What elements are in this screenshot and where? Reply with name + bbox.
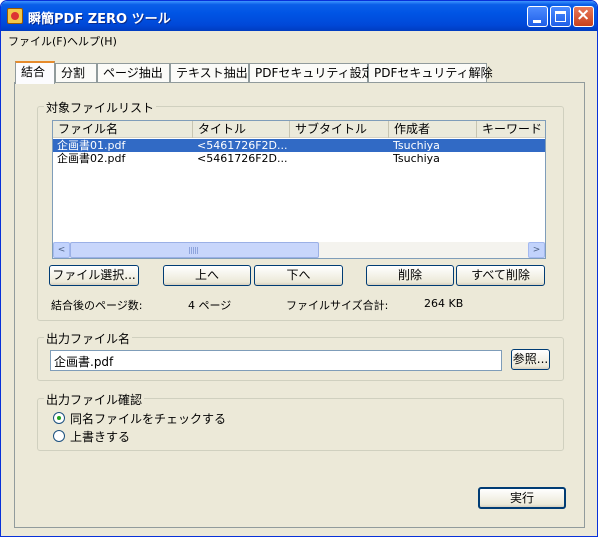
scroll-right-arrow-icon[interactable]: > (528, 242, 545, 258)
list-row[interactable]: 企画書01.pdf <5461726F2D... Tsuchiya (53, 139, 545, 152)
overwrite-radio[interactable] (53, 430, 65, 442)
tab-merge[interactable]: 結合 (15, 61, 55, 84)
move-down-button[interactable]: 下へ (254, 265, 343, 286)
file-list-group-label: 対象ファイルリスト (44, 99, 157, 116)
page-count-label: 結合後のページ数: (51, 299, 143, 312)
close-icon: × (576, 5, 591, 25)
column-header-title[interactable]: タイトル (193, 121, 290, 138)
cell-author: Tsuchiya (393, 152, 440, 165)
merge-tab-panel: 対象ファイルリスト ファイル名 タイトル サブタイトル 作成者 キーワード 企画… (14, 82, 585, 528)
close-button[interactable]: × (573, 5, 594, 27)
column-header-keywords[interactable]: キーワード (477, 121, 545, 138)
delete-all-button[interactable]: すべて削除 (456, 265, 545, 286)
cell-author: Tsuchiya (393, 139, 440, 152)
menu-bar: ファイル(F) ヘルプ(H) (1, 31, 597, 50)
output-filename-field[interactable]: 企画書.pdf (50, 350, 502, 371)
cell-keywords (481, 152, 545, 165)
delete-button[interactable]: 削除 (366, 265, 454, 286)
tab-pdf-security-set[interactable]: PDFセキュリティ設定 (249, 63, 374, 83)
column-header-author[interactable]: 作成者 (389, 121, 477, 138)
check-same-name-label[interactable]: 同名ファイルをチェックする (70, 410, 226, 427)
app-icon[interactable] (7, 8, 23, 24)
file-list-view[interactable]: ファイル名 タイトル サブタイトル 作成者 キーワード 企画書01.pdf <5… (52, 120, 546, 259)
column-header-subtitle[interactable]: サブタイトル (290, 121, 389, 138)
move-up-button[interactable]: 上へ (163, 265, 251, 286)
scrollbar-thumb[interactable] (70, 242, 319, 258)
cell-filename: 企画書02.pdf (57, 152, 126, 165)
cell-title: <5461726F2D... (197, 152, 287, 165)
cell-subtitle (294, 152, 386, 165)
select-file-button[interactable]: ファイル選択... (49, 265, 139, 286)
output-file-group-label: 出力ファイル名 (44, 330, 133, 347)
file-size-value: 264 KB (424, 297, 464, 310)
scroll-left-arrow-icon[interactable]: < (53, 242, 70, 258)
list-header: ファイル名 タイトル サブタイトル 作成者 キーワード (53, 121, 545, 138)
cell-title: <5461726F2D... (197, 139, 287, 152)
list-row[interactable]: 企画書02.pdf <5461726F2D... Tsuchiya (53, 152, 545, 165)
overwrite-label[interactable]: 上書きする (70, 428, 130, 445)
tab-page-extract[interactable]: ページ抽出 (97, 63, 170, 83)
menu-file[interactable]: ファイル(F) (8, 33, 67, 49)
execute-button[interactable]: 実行 (478, 487, 566, 509)
column-header-filename[interactable]: ファイル名 (53, 121, 193, 138)
cell-filename: 企画書01.pdf (57, 139, 126, 152)
tab-pdf-security-remove[interactable]: PDFセキュリティ解除 (368, 63, 493, 83)
maximize-button[interactable] (550, 6, 571, 27)
output-confirm-group-label: 出力ファイル確認 (44, 391, 145, 408)
maximize-icon (555, 11, 566, 22)
file-size-label: ファイルサイズ合計: (286, 299, 389, 312)
main-window: 瞬簡PDF ZERO ツール × ファイル(F) ヘルプ(H) 結合 分割 ペー… (0, 0, 598, 537)
title-bar[interactable]: 瞬簡PDF ZERO ツール × (1, 1, 597, 31)
scrollbar-grip-icon (189, 247, 199, 254)
cell-keywords (481, 139, 545, 152)
menu-help[interactable]: ヘルプ(H) (67, 33, 117, 49)
tab-text-extract[interactable]: テキスト抽出 (170, 63, 249, 83)
horizontal-scrollbar[interactable]: < > (53, 242, 545, 258)
cell-subtitle (294, 139, 386, 152)
check-same-name-radio[interactable] (53, 412, 65, 424)
window-title: 瞬簡PDF ZERO ツール (28, 12, 171, 27)
page-count-value: 4 ページ (188, 299, 232, 312)
minimize-icon (533, 20, 541, 23)
browse-button[interactable]: 参照... (511, 349, 550, 370)
tab-split[interactable]: 分割 (55, 63, 97, 83)
minimize-button[interactable] (527, 6, 548, 27)
